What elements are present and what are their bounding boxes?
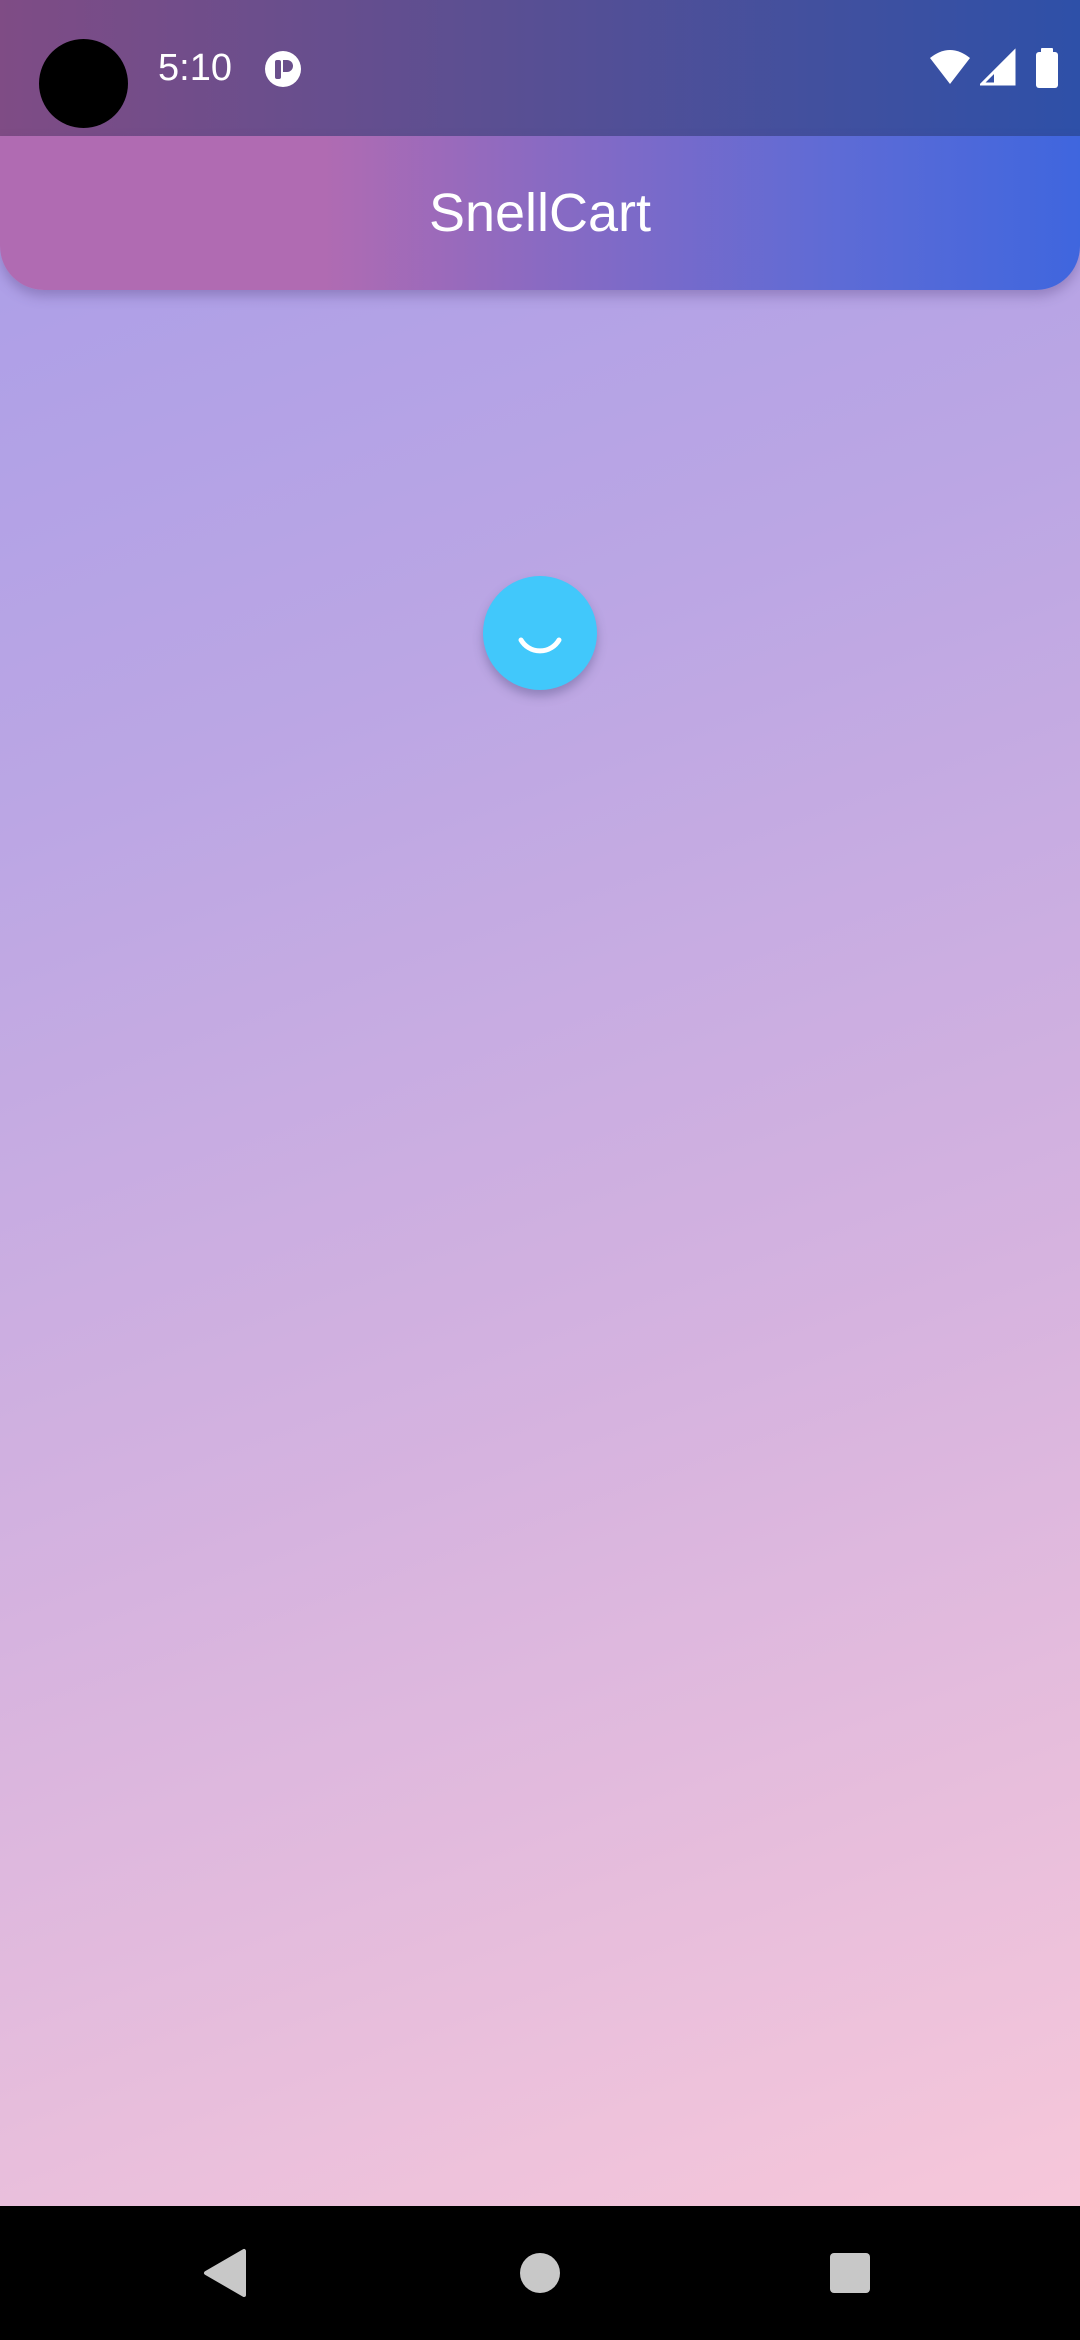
screen: 5:10 SnellCart bbox=[0, 0, 1080, 2340]
notification-icon bbox=[265, 51, 301, 87]
status-bar: 5:10 bbox=[0, 0, 1080, 136]
recents-button[interactable] bbox=[770, 2206, 930, 2340]
loading-spinner bbox=[483, 576, 597, 690]
wifi-icon bbox=[930, 50, 970, 84]
battery-icon bbox=[1036, 48, 1058, 88]
recents-icon bbox=[830, 2253, 870, 2293]
app-bar: SnellCart bbox=[0, 136, 1080, 290]
home-icon bbox=[520, 2253, 560, 2293]
cellular-signal-icon bbox=[980, 48, 1016, 86]
back-icon bbox=[204, 2249, 246, 2297]
status-time: 5:10 bbox=[158, 47, 232, 89]
back-button[interactable] bbox=[146, 2206, 306, 2340]
spinner-arc-icon bbox=[518, 637, 562, 654]
home-button[interactable] bbox=[460, 2206, 620, 2340]
camera-cutout bbox=[39, 39, 128, 128]
navigation-bar bbox=[0, 2206, 1080, 2340]
app-title: SnellCart bbox=[428, 183, 652, 243]
